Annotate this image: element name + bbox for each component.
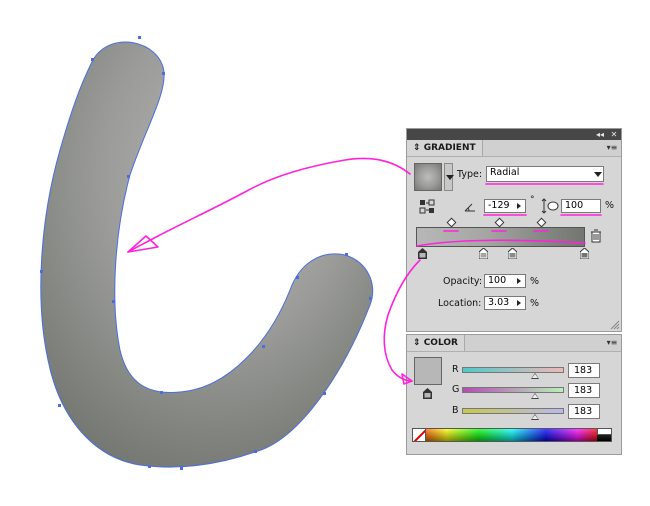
gradient-slider-bar[interactable] bbox=[416, 227, 585, 247]
chevron-down-icon bbox=[594, 172, 602, 177]
channel-label: B bbox=[452, 405, 459, 416]
collapse-icon[interactable]: ◂◂ bbox=[595, 129, 605, 140]
channel-slider-thumb[interactable] bbox=[531, 393, 540, 399]
gradient-tab-row: ⇕ GRADIENT ▾≡ bbox=[407, 140, 621, 157]
type-label: Type: bbox=[457, 169, 483, 180]
location-label: Location: bbox=[438, 298, 482, 309]
gradient-stop[interactable] bbox=[580, 248, 589, 259]
channel-label: R bbox=[452, 364, 459, 375]
channel-slider[interactable] bbox=[462, 408, 564, 414]
none-color-icon[interactable] bbox=[412, 428, 426, 442]
gradient-stop[interactable] bbox=[479, 248, 488, 259]
channel-slider[interactable] bbox=[462, 387, 564, 393]
gradient-shape[interactable] bbox=[40, 41, 374, 468]
tab-gradient[interactable]: ⇕ GRADIENT bbox=[407, 140, 483, 156]
stepper-icon[interactable] bbox=[517, 203, 521, 209]
angle-degree: ° bbox=[530, 195, 535, 205]
aspect-unit: % bbox=[605, 200, 615, 211]
location-field[interactable]: 3.03 bbox=[484, 296, 526, 310]
stepper-icon[interactable] bbox=[517, 278, 521, 284]
panel-title-bar: ◂◂ ✕ bbox=[407, 129, 621, 140]
angle-icon bbox=[464, 203, 475, 212]
color-spectrum[interactable] bbox=[412, 428, 612, 442]
channel-slider-thumb[interactable] bbox=[531, 414, 540, 420]
close-icon[interactable]: ✕ bbox=[609, 129, 619, 140]
tab-toggle-icon: ⇕ bbox=[413, 338, 421, 348]
panel-menu-icon[interactable]: ▾≡ bbox=[606, 337, 618, 348]
channel-slider-thumb[interactable] bbox=[531, 373, 540, 379]
delete-stop-icon[interactable] bbox=[590, 229, 602, 243]
angle-field[interactable]: -129 bbox=[484, 199, 526, 213]
gradient-stop[interactable] bbox=[508, 248, 517, 259]
opacity-label: Opacity: bbox=[443, 276, 483, 287]
aspect-ratio-icon bbox=[541, 198, 559, 214]
stepper-icon[interactable] bbox=[517, 300, 521, 306]
opacity-field[interactable]: 100 bbox=[484, 274, 526, 288]
channel-label: G bbox=[452, 384, 460, 395]
location-unit: % bbox=[530, 298, 540, 309]
color-tab-row: ⇕ COLOR ▾≡ bbox=[407, 335, 621, 352]
aspect-ratio-field[interactable]: 100 bbox=[561, 199, 601, 213]
fill-color-swatch[interactable] bbox=[414, 357, 442, 385]
gradient-preview-dropdown[interactable] bbox=[444, 163, 454, 191]
reverse-gradient-icon[interactable] bbox=[419, 199, 437, 215]
tab-color[interactable]: ⇕ COLOR bbox=[407, 335, 465, 351]
type-select[interactable]: Radial bbox=[486, 166, 604, 182]
fill-stroke-indicator-icon bbox=[423, 388, 432, 399]
white-swatch[interactable] bbox=[597, 428, 612, 435]
gradient-stop-selected[interactable] bbox=[418, 248, 427, 259]
panel-menu-icon[interactable]: ▾≡ bbox=[606, 142, 618, 153]
channel-value-field[interactable]: 183 bbox=[568, 383, 600, 398]
channel-slider[interactable] bbox=[462, 367, 564, 373]
resize-grip-icon[interactable] bbox=[610, 320, 620, 330]
channel-value-field[interactable]: 183 bbox=[568, 363, 600, 378]
opacity-unit: % bbox=[530, 276, 540, 287]
tab-toggle-icon: ⇕ bbox=[413, 143, 421, 153]
gradient-preview-swatch[interactable] bbox=[414, 163, 442, 191]
channel-value-field[interactable]: 183 bbox=[568, 404, 600, 419]
